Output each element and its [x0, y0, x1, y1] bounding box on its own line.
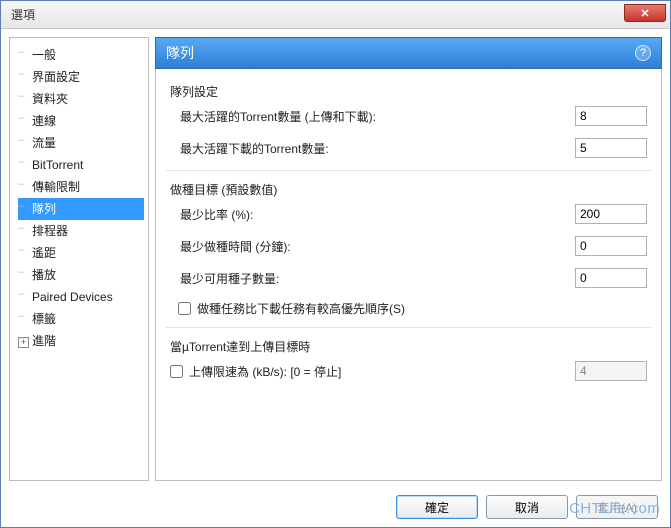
tree-item-advanced-label: 進階: [32, 334, 56, 348]
panel-title: 隊列: [166, 43, 194, 63]
input-upload-limit: [575, 361, 647, 381]
seed-goal-title: 做種目標 (預設數值): [170, 181, 647, 198]
tree-item-connection[interactable]: 連線: [18, 110, 144, 132]
upload-limit-title: 當µTorrent達到上傳目標時: [170, 338, 647, 355]
label-min-seeds: 最少可用種子數量:: [170, 270, 575, 287]
tree-item-queueing[interactable]: 隊列: [18, 198, 144, 220]
settings-panel: 隊列 ? 隊列設定 最大活躍的Torrent數量 (上傳和下載): 最大活躍下載…: [155, 37, 662, 481]
label-max-download: 最大活躍下載的Torrent數量:: [170, 140, 575, 157]
close-icon: ✕: [640, 7, 649, 20]
tree-item-bandwidth[interactable]: 流量: [18, 132, 144, 154]
label-min-ratio: 最少比率 (%):: [170, 206, 575, 223]
form-area: 隊列設定 最大活躍的Torrent數量 (上傳和下載): 最大活躍下載的Torr…: [155, 69, 662, 481]
input-min-ratio[interactable]: [575, 204, 647, 224]
window-title: 選項: [11, 6, 35, 23]
close-button[interactable]: ✕: [624, 4, 666, 22]
separator-2: [166, 327, 651, 328]
input-max-active[interactable]: [575, 106, 647, 126]
row-max-active: 最大活躍的Torrent數量 (上傳和下載):: [170, 106, 647, 126]
plus-icon[interactable]: +: [18, 337, 29, 348]
tree-item-folders[interactable]: 資料夾: [18, 88, 144, 110]
row-max-download: 最大活躍下載的Torrent數量:: [170, 138, 647, 158]
tree-item-labels[interactable]: 標籤: [18, 308, 144, 330]
input-max-download[interactable]: [575, 138, 647, 158]
tree-item-advanced[interactable]: +進階: [18, 330, 144, 352]
tree-item-remote[interactable]: 遙距: [18, 242, 144, 264]
input-min-seeds[interactable]: [575, 268, 647, 288]
row-seed-priority: 做種任務比下載任務有較高優先順序(S): [178, 300, 647, 317]
panel-header: 隊列 ?: [155, 37, 662, 69]
category-tree: 一般 界面設定 資料夾 連線 流量 BitTorrent 傳輸限制 隊列 排程器…: [9, 37, 149, 481]
help-icon[interactable]: ?: [635, 45, 651, 61]
label-min-seed-time: 最少做種時間 (分鐘):: [170, 238, 575, 255]
cancel-button[interactable]: 取消: [486, 495, 568, 519]
tree-item-ui[interactable]: 界面設定: [18, 66, 144, 88]
queue-settings-title: 隊列設定: [170, 83, 647, 100]
dialog-button-bar: 確定 取消 套用(A): [1, 495, 670, 519]
dialog-content: 一般 界面設定 資料夾 連線 流量 BitTorrent 傳輸限制 隊列 排程器…: [1, 29, 670, 489]
ok-button[interactable]: 確定: [396, 495, 478, 519]
row-upload-limit: 上傳限速為 (kB/s): [0 = 停止]: [170, 361, 647, 381]
tree-item-general[interactable]: 一般: [18, 44, 144, 66]
options-dialog: 選項 ✕ 一般 界面設定 資料夾 連線 流量 BitTorrent 傳輸限制 隊…: [0, 0, 671, 528]
separator: [166, 170, 651, 171]
checkbox-seed-priority[interactable]: [178, 302, 191, 315]
titlebar[interactable]: 選項 ✕: [1, 1, 670, 29]
tree-item-transfer-cap[interactable]: 傳輸限制: [18, 176, 144, 198]
tree-item-playback[interactable]: 播放: [18, 264, 144, 286]
label-max-active: 最大活躍的Torrent數量 (上傳和下載):: [170, 108, 575, 125]
apply-button[interactable]: 套用(A): [576, 495, 658, 519]
label-seed-priority: 做種任務比下載任務有較高優先順序(S): [197, 300, 405, 317]
tree-item-bittorrent[interactable]: BitTorrent: [18, 154, 144, 176]
tree-item-scheduler[interactable]: 排程器: [18, 220, 144, 242]
tree-item-paired-devices[interactable]: Paired Devices: [18, 286, 144, 308]
input-min-seed-time[interactable]: [575, 236, 647, 256]
row-min-seed-time: 最少做種時間 (分鐘):: [170, 236, 647, 256]
row-min-ratio: 最少比率 (%):: [170, 204, 647, 224]
label-upload-limit: 上傳限速為 (kB/s): [0 = 停止]: [189, 363, 341, 380]
checkbox-upload-limit[interactable]: [170, 365, 183, 378]
chk-upload-limit-wrap: 上傳限速為 (kB/s): [0 = 停止]: [170, 363, 575, 380]
row-min-seeds: 最少可用種子數量:: [170, 268, 647, 288]
